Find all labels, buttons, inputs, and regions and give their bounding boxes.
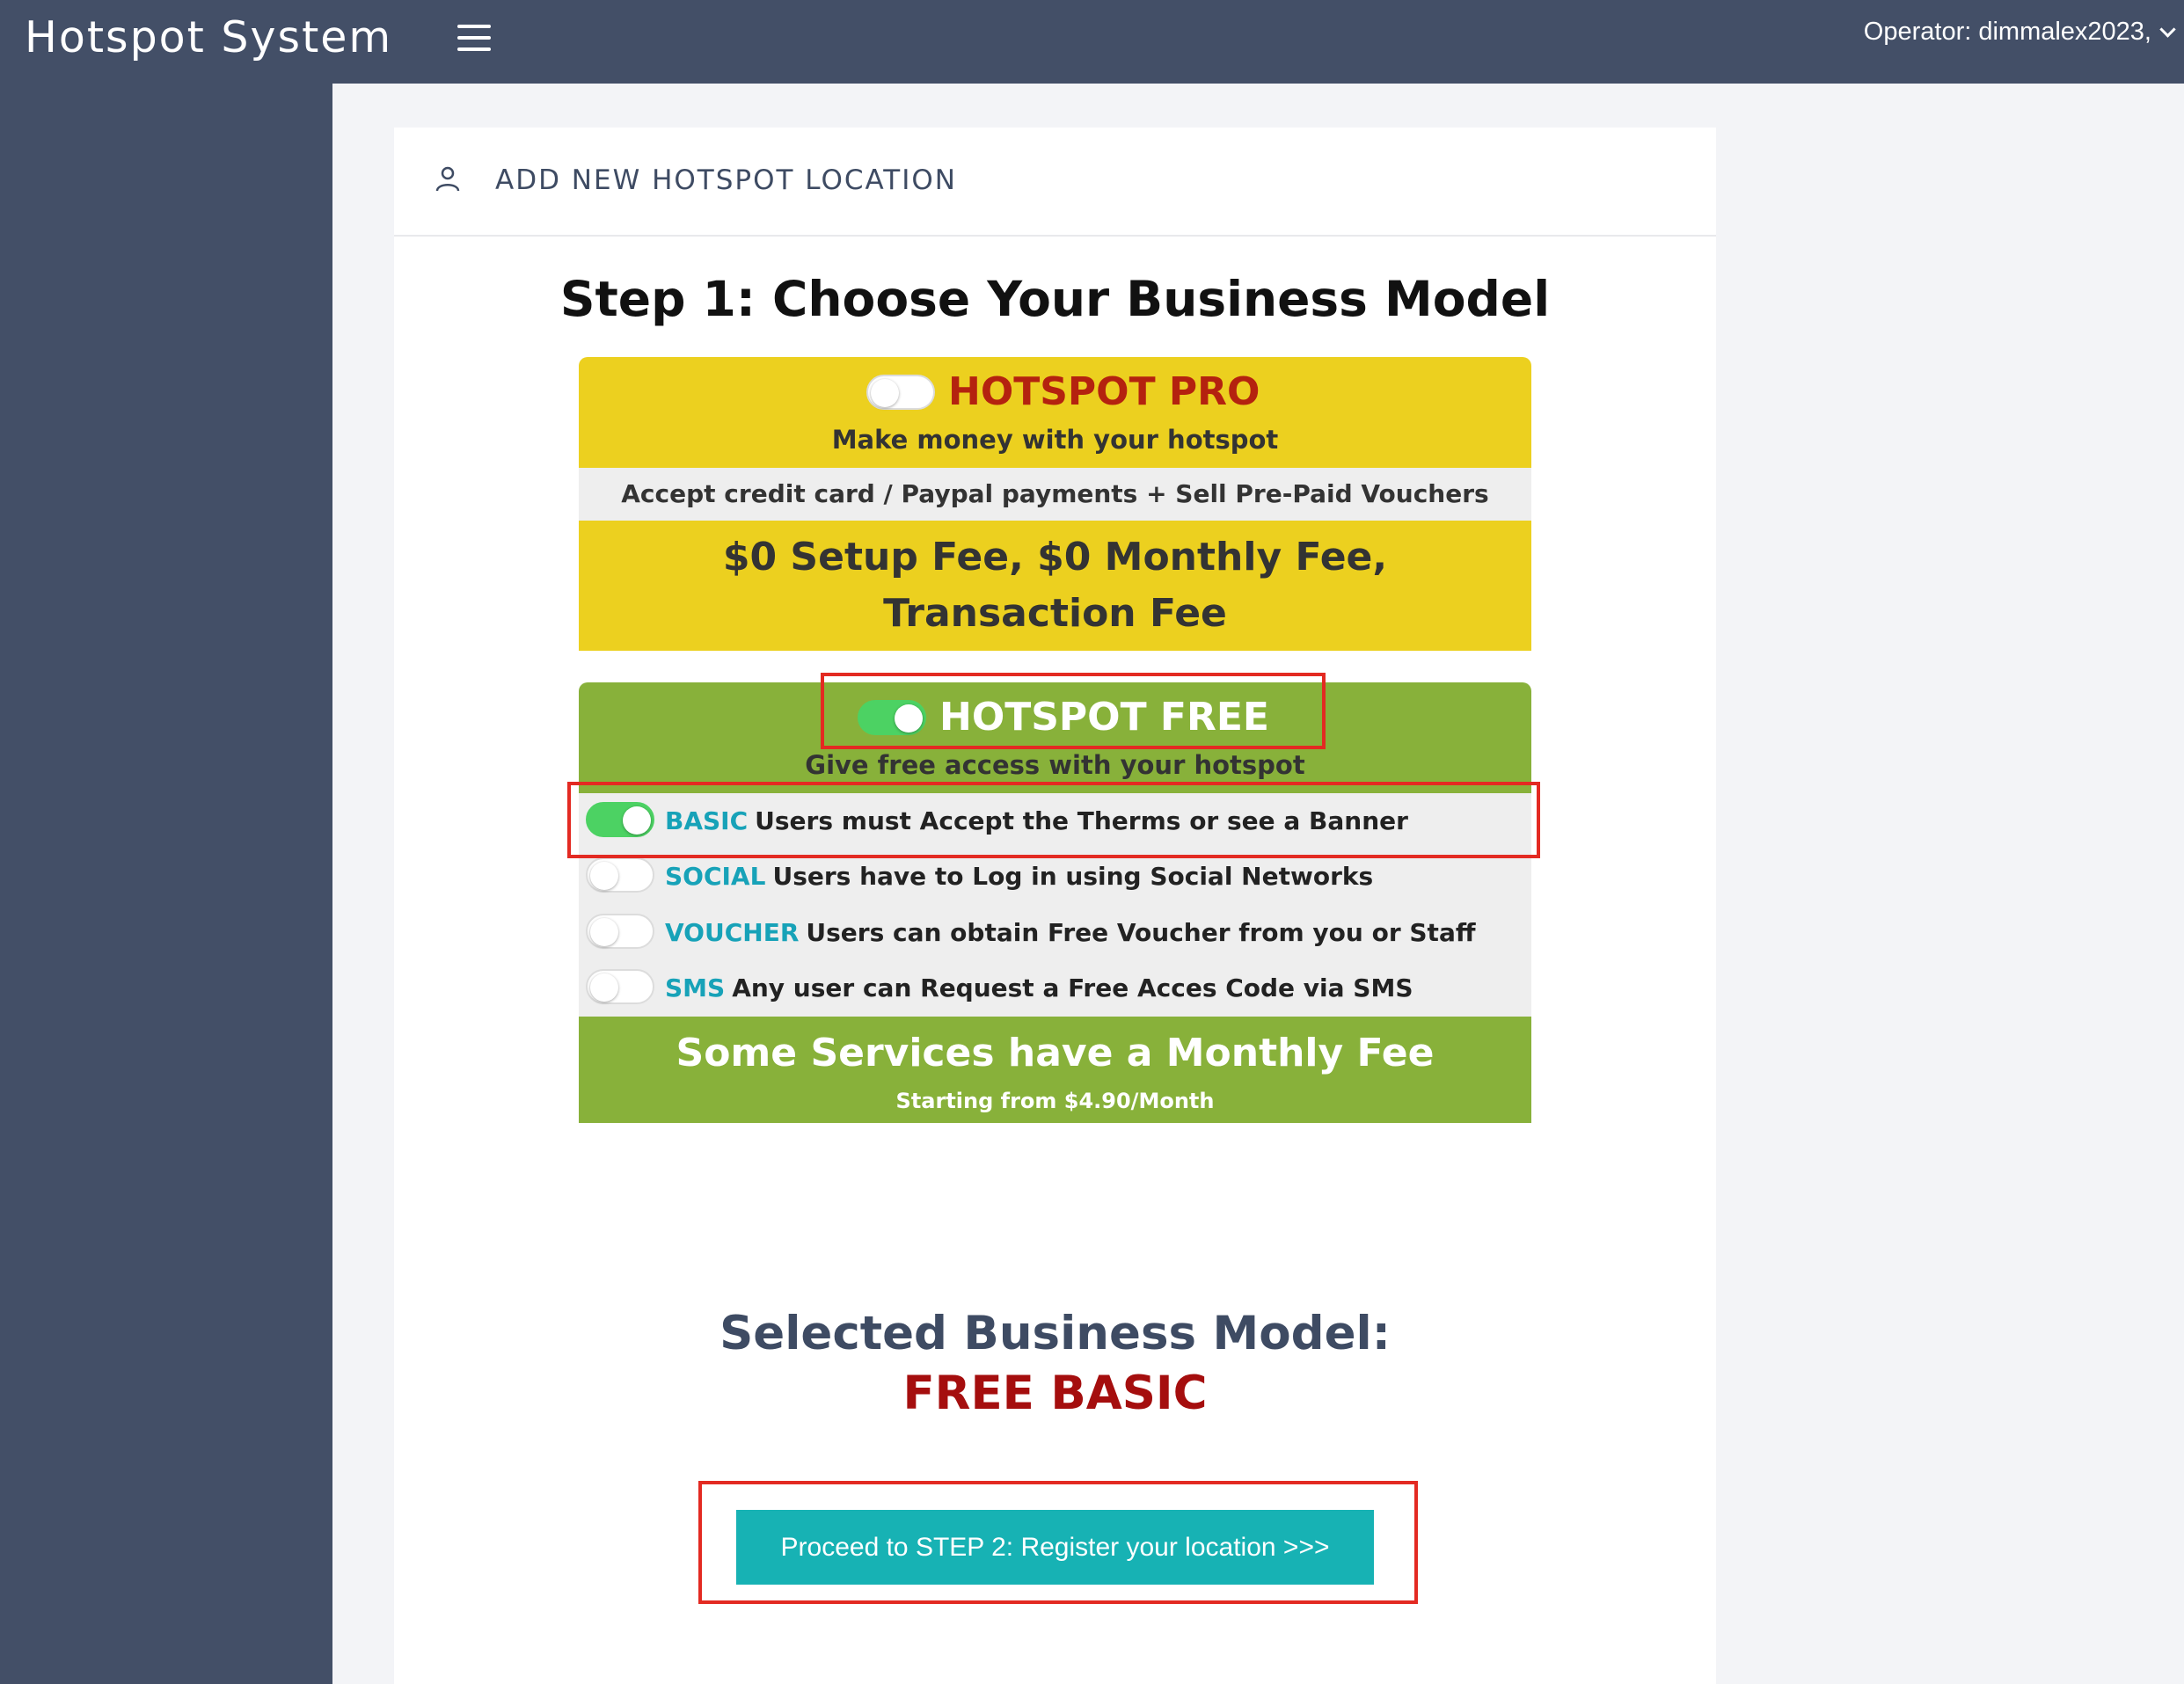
step-title: Step 1: Choose Your Business Model: [559, 271, 1551, 327]
card-header: ADD NEW HOTSPOT LOCATION: [394, 128, 1716, 237]
basic-toggle[interactable]: [586, 802, 654, 837]
option-text: Users must Accept the Therms or see a Ba…: [755, 806, 1408, 835]
option-voucher[interactable]: VOUCHER Users can obtain Free Voucher fro…: [579, 905, 1531, 960]
free-fee-title: Some Services have a Monthly Fee: [676, 1031, 1435, 1075]
pro-fee: $0 Setup Fee, $0 Monthly Fee, Transactio…: [579, 521, 1531, 651]
pro-fee-line2: Transaction Fee: [883, 591, 1227, 636]
pro-fee-line1: $0 Setup Fee, $0 Monthly Fee,: [722, 535, 1388, 580]
option-social[interactable]: SOCIAL Users have to Log in using Social …: [579, 849, 1531, 904]
free-fee-subtitle: Starting from $4.90/Month: [895, 1089, 1215, 1113]
free-options: BASIC Users must Accept the Therms or see…: [579, 793, 1531, 1017]
option-text: Users have to Log in using Social Networ…: [772, 862, 1374, 891]
free-header: HOTSPOT FREE Give free access with your …: [579, 682, 1531, 793]
free-subtitle: Give free access with your hotspot: [805, 750, 1305, 780]
app-title: Hotspot System: [25, 12, 393, 62]
option-text: Users can obtain Free Voucher from you o…: [806, 918, 1476, 947]
card-title: ADD NEW HOTSPOT LOCATION: [495, 164, 957, 196]
proceed-step2-button[interactable]: Proceed to STEP 2: Register your locatio…: [736, 1510, 1374, 1585]
option-text: Any user can Request a Free Acces Code v…: [732, 973, 1413, 1002]
pro-title: HOTSPOT PRO: [948, 369, 1260, 414]
free-toggle[interactable]: [858, 700, 926, 735]
selected-model-value: FREE BASIC: [902, 1367, 1208, 1420]
free-fee: Some Services have a Monthly Fee Startin…: [579, 1017, 1531, 1123]
top-bar: Hotspot System Operator: dimmalex2023,: [0, 0, 2184, 84]
option-sms[interactable]: SMS Any user can Request a Free Acces Cod…: [579, 960, 1531, 1016]
option-keyword: SOCIAL: [665, 862, 766, 891]
pro-header: HOTSPOT PRO Make money with your hotspot: [579, 357, 1531, 468]
option-keyword: SMS: [665, 973, 726, 1002]
pro-description: Accept credit card / Paypal payments + S…: [579, 468, 1531, 561]
social-toggle[interactable]: [586, 857, 654, 893]
sms-toggle[interactable]: [586, 969, 654, 1004]
voucher-toggle[interactable]: [586, 914, 654, 949]
sidebar: [0, 84, 332, 1684]
selected-model-label: Selected Business Model:: [719, 1307, 1391, 1360]
pro-subtitle: Make money with your hotspot: [831, 425, 1279, 455]
option-keyword: BASIC: [665, 806, 749, 835]
operator-label: Operator: dimmalex2023,: [1863, 18, 2151, 46]
pro-toggle[interactable]: [866, 375, 935, 410]
hotspot-free-panel: HOTSPOT FREE Give free access with your …: [579, 682, 1531, 1123]
option-basic[interactable]: BASIC Users must Accept the Therms or see…: [579, 793, 1531, 849]
menu-icon[interactable]: [457, 25, 491, 51]
user-icon: [435, 166, 460, 192]
chevron-down-icon: [2159, 20, 2176, 38]
hotspot-pro-panel: HOTSPOT PRO Make money with your hotspot…: [579, 357, 1531, 651]
option-keyword: VOUCHER: [665, 918, 800, 947]
operator-menu[interactable]: Operator: dimmalex2023,: [1863, 16, 2176, 47]
main-card: ADD NEW HOTSPOT LOCATION Step 1: Choose …: [394, 128, 1716, 1684]
free-title: HOTSPOT FREE: [939, 695, 1269, 740]
